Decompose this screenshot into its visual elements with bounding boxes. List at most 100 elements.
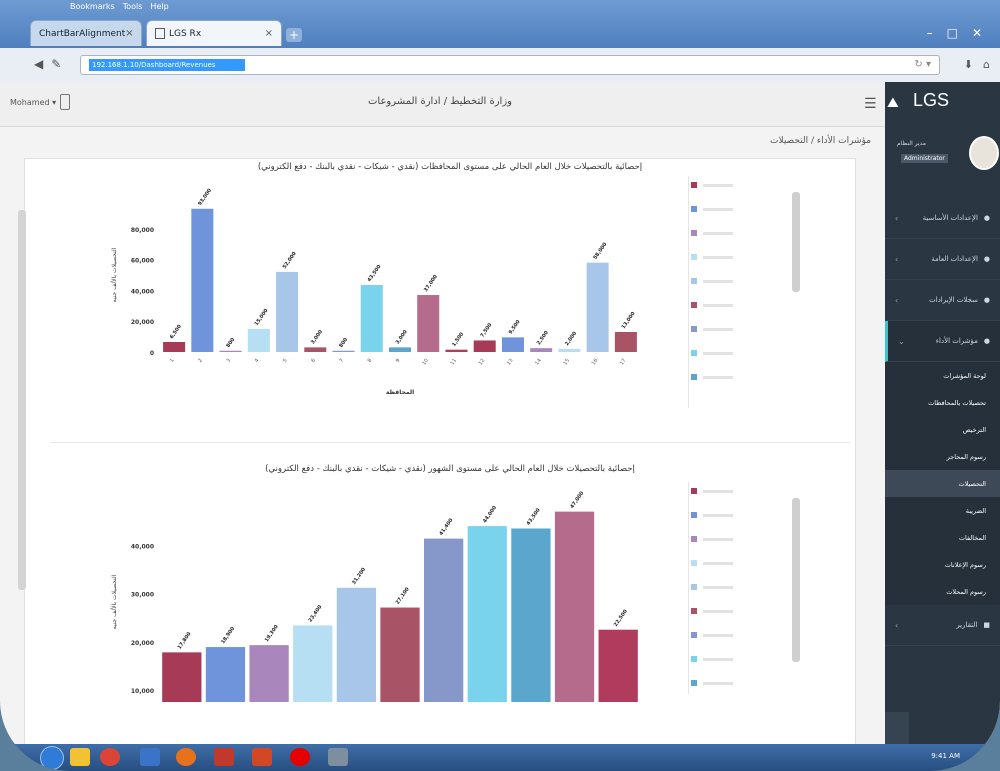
close-window-icon[interactable]: ✕ <box>972 26 982 40</box>
taskbar: 9:41 AM <box>0 744 1000 771</box>
sidebar-item-basic-settings[interactable]: ‹ الإعدادات الأساسية ● <box>885 198 1000 239</box>
back-icon[interactable]: ◀ <box>34 57 43 71</box>
legend-item[interactable] <box>691 302 733 308</box>
legend-item[interactable] <box>691 656 733 662</box>
legend-item[interactable] <box>691 632 733 638</box>
maximize-icon[interactable]: □ <box>947 26 958 40</box>
menu-help[interactable]: Help <box>150 2 168 14</box>
legend-line <box>703 255 733 259</box>
legend-line <box>703 657 733 661</box>
network-icon[interactable] <box>328 748 348 766</box>
new-tab-button[interactable]: + <box>286 28 302 42</box>
vodafone-icon[interactable] <box>290 748 310 766</box>
app-icon[interactable] <box>140 748 160 766</box>
chrome-icon[interactable] <box>100 748 120 766</box>
legend-item[interactable] <box>691 278 733 284</box>
sidebar-item-label: الإعدادات العامة <box>931 255 978 263</box>
x-tick-label: 3 <box>225 358 232 364</box>
legend-item[interactable] <box>691 350 733 356</box>
scroll-top-button[interactable] <box>885 712 909 744</box>
download-icon[interactable]: ⬇ <box>964 58 973 71</box>
data-label: 2,500 <box>536 329 550 346</box>
legend-item[interactable] <box>691 560 733 566</box>
reload-icon[interactable]: ↻ ▾ <box>914 59 931 70</box>
legend-swatch <box>691 278 697 284</box>
x-tick-label: 11 <box>450 358 459 367</box>
legend-item[interactable] <box>691 326 733 332</box>
sidebar-item-kpis[interactable]: ⌄ مؤشرات الأداء ● <box>885 321 1000 362</box>
legend-item[interactable] <box>691 206 733 212</box>
close-icon[interactable]: × <box>265 28 273 39</box>
close-icon[interactable]: × <box>125 28 133 39</box>
x-tick-label: 2 <box>197 358 204 364</box>
user-menu[interactable]: Mohamed ▾ <box>10 98 56 107</box>
minimize-icon[interactable]: – <box>927 26 933 40</box>
data-label: 43,500 <box>526 507 542 527</box>
legend-item[interactable] <box>691 536 733 542</box>
legend-swatch <box>691 656 697 662</box>
legend-swatch <box>691 488 697 494</box>
url-input[interactable]: 192.168.1.10/Dashboard/Revenues ↻ ▾ <box>80 55 940 75</box>
divider <box>50 442 850 443</box>
legend-swatch <box>691 608 697 614</box>
firefox-icon[interactable] <box>176 748 196 766</box>
subnav-item[interactable]: الترخيص <box>885 416 1000 443</box>
bar <box>614 331 637 352</box>
legend-line <box>703 681 733 685</box>
legend-item[interactable] <box>691 608 733 614</box>
subnav-item[interactable]: المخالفات <box>885 524 1000 551</box>
subnav-item[interactable]: رسوم الإعلانات <box>885 551 1000 578</box>
data-label: 47,000 <box>569 490 585 510</box>
menu-tools[interactable]: Tools <box>123 2 143 14</box>
legend-swatch <box>691 182 697 188</box>
legend2-scrollbar[interactable] <box>792 498 800 662</box>
tab-2[interactable]: LGS Rx × <box>146 20 282 46</box>
subnav-item[interactable]: رسوم المحلات <box>885 578 1000 605</box>
bar <box>332 350 355 352</box>
chevron-icon: ‹ <box>895 295 899 305</box>
data-label: 27,100 <box>395 586 411 606</box>
subnav-item[interactable]: رسوم المحاجر <box>885 443 1000 470</box>
legend-item[interactable] <box>691 488 733 494</box>
legend-item[interactable] <box>691 584 733 590</box>
logo: ⛰ LGS <box>887 90 949 111</box>
start-button[interactable] <box>40 746 64 770</box>
subnav-item-active[interactable]: التحصيلات <box>885 470 1000 497</box>
avatar[interactable] <box>969 136 999 170</box>
y-tick-label: 10,000 <box>131 688 154 695</box>
legend-line <box>703 207 733 211</box>
legend-swatch <box>691 350 697 356</box>
legend-line <box>703 351 733 355</box>
legend1-scrollbar[interactable] <box>792 192 800 292</box>
window-controls: – □ ✕ <box>927 26 982 40</box>
subnav-item[interactable]: لوحة المؤشرات <box>885 362 1000 389</box>
folder-icon[interactable] <box>70 748 90 766</box>
sidebar-item-revenue-records[interactable]: ‹ سجلات الإيرادات ● <box>885 280 1000 321</box>
page-scrollbar[interactable] <box>18 210 26 590</box>
sidebar-item-reports[interactable]: ‹ التقارير ■ <box>885 605 1000 646</box>
powerpoint-icon[interactable] <box>252 748 272 766</box>
legend-item[interactable] <box>691 230 733 236</box>
menu-bookmarks[interactable]: Bookmarks <box>70 2 115 14</box>
legend-item[interactable] <box>691 680 733 686</box>
bar <box>247 328 270 352</box>
mountain-icon: ⛰ <box>887 94 899 110</box>
legend-item[interactable] <box>691 374 733 380</box>
bar <box>205 647 246 702</box>
legend-swatch <box>691 254 697 260</box>
paint-icon[interactable] <box>214 748 234 766</box>
legend-item[interactable] <box>691 512 733 518</box>
home-icon[interactable]: ⌂ <box>983 58 990 71</box>
user-icon[interactable] <box>60 94 70 110</box>
sidebar-item-general-settings[interactable]: ‹ الإعدادات العامة ● <box>885 239 1000 280</box>
tab-1[interactable]: ChartBarAlignment × <box>30 20 142 46</box>
bar <box>336 587 376 702</box>
data-label: 15,000 <box>254 307 270 327</box>
wrench-icon[interactable]: ✎ <box>51 57 61 71</box>
legend-item[interactable] <box>691 182 733 188</box>
menu-toggle-icon[interactable]: ☰ <box>864 96 877 112</box>
subnav-item[interactable]: تحصيلات بالمحافظات <box>885 389 1000 416</box>
legend-item[interactable] <box>691 254 733 260</box>
subnav-item[interactable]: الضريبة <box>885 497 1000 524</box>
browser-titlebar: Bookmarks Tools Help ChartBarAlignment ×… <box>0 0 1000 48</box>
